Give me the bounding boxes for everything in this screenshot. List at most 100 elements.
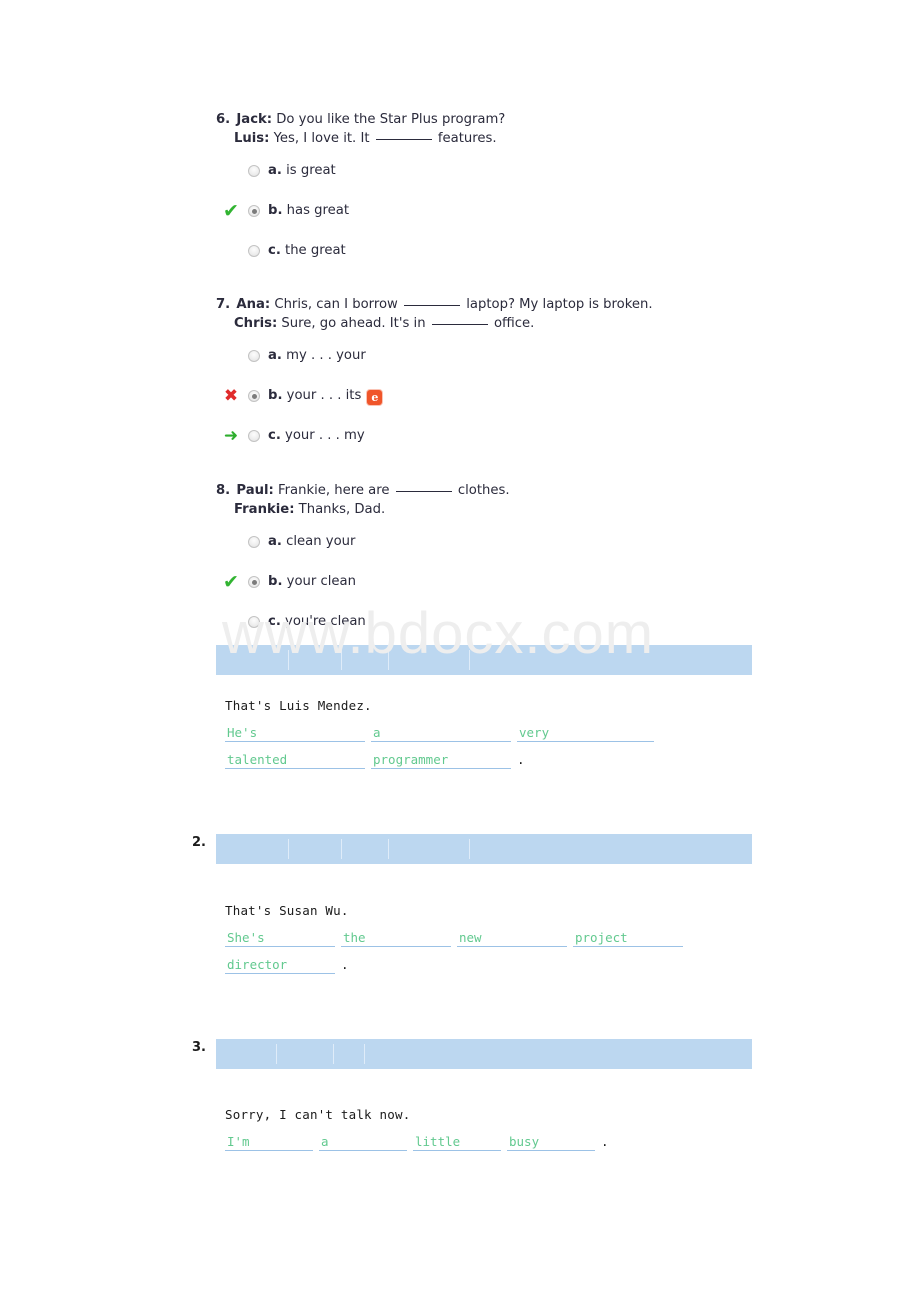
option-6a-letter: a. (268, 163, 282, 178)
question-8-line-1-pre: Frankie, here are (273, 483, 394, 498)
section-1-answer: That's Luis Mendez. He's a very talented pr… (225, 698, 660, 776)
option-8a-text: clean your (281, 534, 356, 549)
question-6: 6. Jack: Do you like the Star Plus progr… (216, 110, 716, 279)
question-8-options: a. clean your ✔ b. your clean c. you're … (216, 530, 716, 634)
question-7-blank-1 (404, 305, 461, 306)
section-3-answer: Sorry, I can't talk now. I'm a little busy. (225, 1107, 609, 1158)
option-6b-text: has great (282, 203, 350, 218)
option-7b-text: your . . . its (282, 388, 362, 403)
question-8-blank (395, 491, 452, 492)
option-7a-text: my . . . your (281, 348, 366, 363)
correct-answer-arrow-icon-7c: ➜ (223, 426, 239, 446)
section-2-fill-row-1: She's the new project (225, 927, 689, 947)
section-2-period: . (341, 957, 349, 972)
option-7a[interactable]: a. my . . . your (216, 344, 716, 368)
question-6-speaker-2: Luis: (234, 131, 270, 146)
fill-blank[interactable]: a (319, 1134, 407, 1151)
radio-7a[interactable] (248, 350, 260, 362)
option-6c[interactable]: c. the great (216, 239, 716, 263)
section-1-period: . (517, 752, 525, 767)
option-8b-text: your clean (282, 574, 356, 589)
section-1-fill-row-2: talented programmer. (225, 749, 660, 769)
option-6b-letter: b. (268, 203, 283, 218)
section-3-bar (216, 1039, 752, 1069)
radio-7c[interactable] (248, 430, 260, 442)
question-7-blank-2 (431, 324, 488, 325)
question-8-number: 8. (216, 483, 231, 498)
option-7c[interactable]: ➜ c. your . . . my (216, 424, 716, 448)
fill-blank[interactable]: talented (225, 752, 365, 769)
wrong-x-icon-7b: ✖ (223, 386, 239, 406)
radio-8b[interactable] (248, 576, 260, 588)
fill-blank[interactable]: She's (225, 930, 335, 947)
option-8b-letter: b. (268, 574, 283, 589)
fill-blank[interactable]: director (225, 957, 335, 974)
fill-blank[interactable]: I'm (225, 1134, 313, 1151)
radio-7b[interactable] (248, 390, 260, 402)
option-8c[interactable]: c. you're clean (216, 610, 716, 634)
question-7-line-1-post: laptop? My laptop is broken. (462, 297, 653, 312)
question-7-stem: 7. Ana: Chris, can I borrow laptop? My l… (216, 295, 716, 333)
question-7-speaker-2: Chris: (234, 316, 278, 331)
question-7-line-2-post: office. (489, 316, 535, 331)
option-8c-letter: c. (268, 614, 281, 629)
question-7: 7. Ana: Chris, can I borrow laptop? My l… (216, 295, 716, 464)
fill-blank[interactable]: programmer (371, 752, 511, 769)
bar-separator (288, 650, 289, 670)
correct-check-icon-6b: ✔ (223, 200, 239, 222)
question-6-line-2-pre: Yes, I love it. It (269, 131, 374, 146)
question-8-line-1-post: clothes. (453, 483, 510, 498)
option-7b-letter: b. (268, 388, 283, 403)
fill-blank[interactable]: little (413, 1134, 501, 1151)
option-7b[interactable]: ✖ b. your . . . its e (216, 384, 716, 408)
option-6c-letter: c. (268, 243, 281, 258)
section-2-fill-row-2: director. (225, 954, 689, 974)
question-6-line-1: Do you like the Star Plus program? (272, 112, 506, 127)
option-6a[interactable]: a. is great (216, 159, 716, 183)
fill-blank[interactable]: the (341, 930, 451, 947)
fill-blank[interactable]: busy (507, 1134, 595, 1151)
radio-6b[interactable] (248, 205, 260, 217)
option-6b[interactable]: ✔ b. has great (216, 199, 716, 223)
question-8-speaker-2: Frankie: (234, 502, 295, 517)
fill-blank[interactable]: very (517, 725, 654, 742)
section-2-answer: That's Susan Wu. She's the new project dire… (225, 903, 689, 981)
radio-6c[interactable] (248, 245, 260, 257)
question-6-number: 6. (216, 112, 231, 127)
bar-separator (341, 839, 342, 859)
bar-separator (364, 1044, 365, 1064)
option-8a[interactable]: a. clean your (216, 530, 716, 554)
section-1-bar (216, 645, 752, 675)
question-8-stem: 8. Paul: Frankie, here are clothes. Fran… (216, 481, 716, 519)
option-7c-text: your . . . my (280, 428, 365, 443)
section-1-prompt: That's Luis Mendez. (225, 698, 372, 713)
question-8: 8. Paul: Frankie, here are clothes. Fran… (216, 481, 716, 650)
fill-blank[interactable]: He's (225, 725, 365, 742)
bar-separator (388, 839, 389, 859)
radio-8a[interactable] (248, 536, 260, 548)
option-8a-letter: a. (268, 534, 282, 549)
section-1-fill-row-1: He's a very (225, 722, 660, 742)
option-7c-letter: c. (268, 428, 281, 443)
bar-separator (469, 650, 470, 670)
bar-separator (333, 1044, 334, 1064)
option-6c-text: the great (280, 243, 346, 258)
correct-check-icon-8b: ✔ (223, 571, 239, 593)
option-6a-text: is great (281, 163, 336, 178)
section-3-prompt: Sorry, I can't talk now. (225, 1107, 411, 1122)
radio-6a[interactable] (248, 165, 260, 177)
question-7-options: a. my . . . your ✖ b. your . . . its e ➜ … (216, 344, 716, 448)
question-6-blank (375, 139, 432, 140)
fill-blank[interactable]: project (573, 930, 683, 947)
question-6-stem: 6. Jack: Do you like the Star Plus progr… (216, 110, 716, 148)
bar-separator (388, 650, 389, 670)
section-3-fill-row-1: I'm a little busy. (225, 1131, 609, 1151)
option-8c-text: you're clean (280, 614, 366, 629)
fill-blank[interactable]: a (371, 725, 511, 742)
option-8b[interactable]: ✔ b. your clean (216, 570, 716, 594)
question-8-speaker-1: Paul: (236, 483, 274, 498)
radio-8c[interactable] (248, 616, 260, 628)
explanation-icon-7b[interactable]: e (367, 390, 383, 405)
section-2-prompt: That's Susan Wu. (225, 903, 349, 918)
fill-blank[interactable]: new (457, 930, 567, 947)
